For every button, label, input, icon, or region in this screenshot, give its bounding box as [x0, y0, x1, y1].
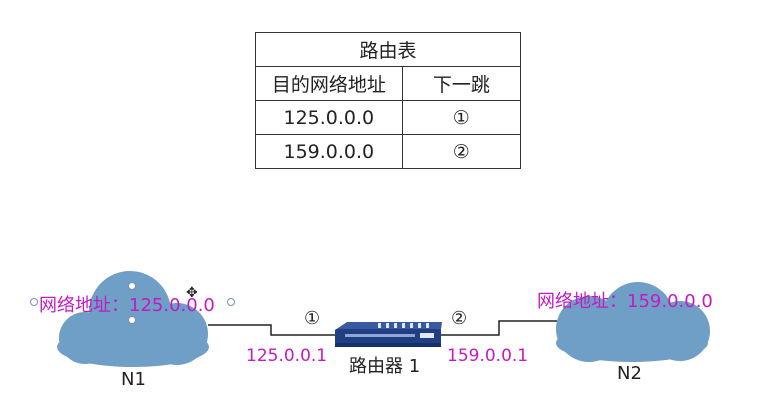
network-name-n1: N1: [121, 369, 146, 390]
selection-handle[interactable]: [227, 298, 235, 306]
port2-ip: 159.0.0.1: [447, 346, 529, 366]
selection-handle[interactable]: [128, 316, 136, 324]
port1-marker: ①: [304, 308, 321, 329]
selection-handle[interactable]: [128, 282, 136, 290]
selection-handle[interactable]: [30, 298, 38, 306]
right-network-address: 网络地址：159.0.0.0: [537, 291, 713, 312]
port1-ip: 125.0.0.1: [246, 346, 328, 366]
router-name: 路由器 1: [349, 356, 421, 377]
diagram-graphics: [57, 271, 710, 367]
left-network-address[interactable]: 网络地址：125.0.0.0: [39, 291, 215, 317]
network-name-n2: N2: [617, 363, 642, 384]
router-icon: [335, 322, 442, 347]
network-diagram: 路由表 目的网络地址 下一跳 125.0.0.0 ① 159.0.0.0 ② ✥…: [0, 0, 782, 403]
port2-marker: ②: [451, 308, 468, 329]
